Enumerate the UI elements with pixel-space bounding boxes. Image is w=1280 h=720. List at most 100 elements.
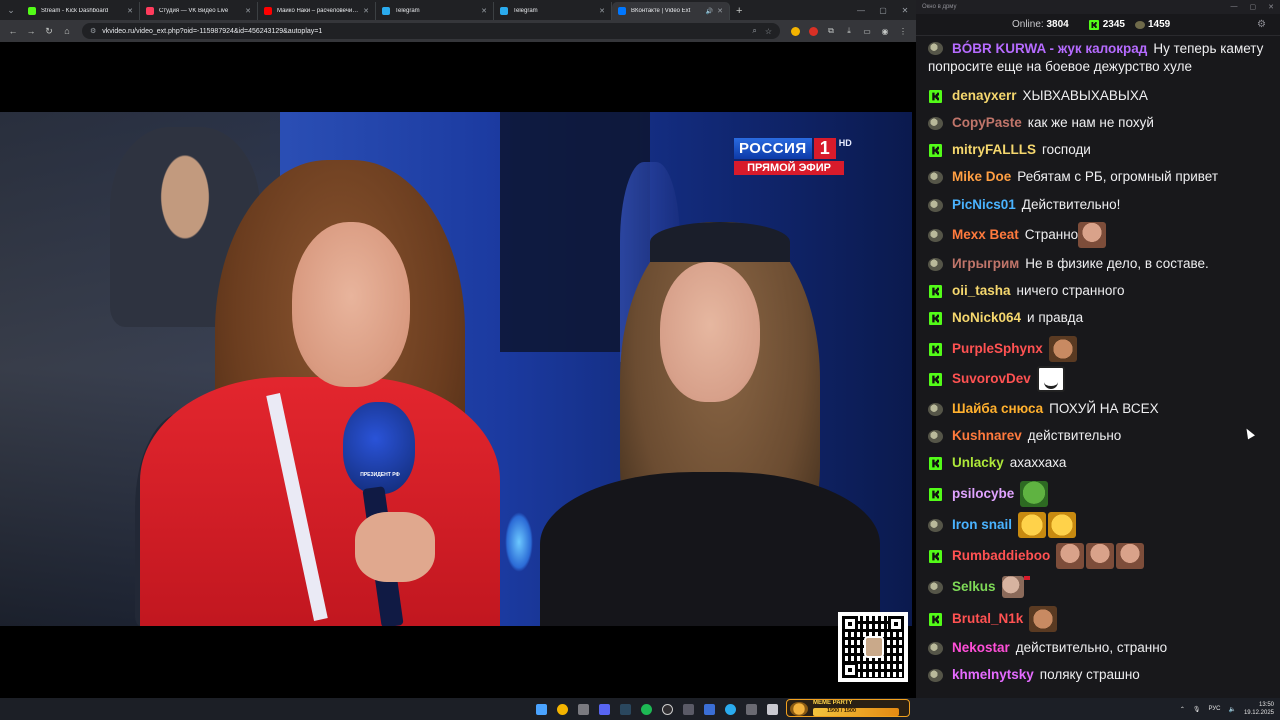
tray-chevron-icon[interactable]: ⌃ — [1180, 706, 1185, 713]
minimize-icon[interactable]: — — [1231, 3, 1238, 11]
tab-kick-dashboard[interactable]: Stream - Kick Dashboard ✕ — [22, 2, 140, 20]
chat-username[interactable]: NoNick064 — [952, 309, 1021, 327]
chat-username[interactable]: oii_tasha — [952, 282, 1011, 300]
steam-icon[interactable] — [616, 700, 634, 718]
chat-username[interactable]: Unlacky — [952, 454, 1004, 472]
tab-close-icon[interactable]: ✕ — [127, 7, 133, 15]
app-icon[interactable] — [700, 700, 718, 718]
tab-close-icon[interactable]: ✕ — [363, 7, 369, 15]
app-icon[interactable] — [574, 700, 592, 718]
microphone-icon[interactable]: 🎙 — [1193, 706, 1201, 713]
chat-message-text: поляку страшно — [1039, 667, 1140, 682]
maximize-icon[interactable]: ▢ — [1250, 3, 1257, 11]
extension-icon[interactable] — [787, 23, 803, 39]
speaker-icon[interactable]: 🔊 — [706, 8, 713, 15]
chat-message: Kushnarev действительно — [928, 427, 1268, 445]
chrome-icon[interactable] — [553, 700, 571, 718]
forward-icon[interactable]: → — [22, 22, 40, 40]
menu-icon[interactable]: ⋮ — [895, 23, 911, 39]
minimize-icon[interactable]: — — [850, 0, 872, 20]
kick-badge-icon — [928, 284, 943, 299]
chat-username[interactable]: PurpleSphynx — [952, 340, 1043, 358]
settings-gear-icon[interactable]: ⚙ — [1257, 19, 1266, 30]
language-indicator[interactable]: РУС — [1208, 706, 1220, 712]
taskbar-apps — [532, 700, 781, 718]
url-text[interactable]: vkvideo.ru/video_ext.php?oid=-115987924&… — [102, 28, 744, 35]
tab-vk-video-ext[interactable]: ВКонтакте | Video Ext 🔊 ✕ — [612, 2, 730, 20]
chat-username[interactable]: denayxerr — [952, 87, 1017, 105]
tab-telegram-2[interactable]: Telegram ✕ — [494, 2, 612, 20]
tab-close-icon[interactable]: ✕ — [599, 7, 605, 15]
face-emote-icon — [1078, 222, 1107, 248]
clock[interactable]: 13:50 19.12.2025 — [1244, 701, 1274, 717]
extension-icon[interactable] — [805, 23, 821, 39]
kick-badge-icon — [928, 143, 943, 158]
close-icon[interactable]: ✕ — [894, 0, 916, 20]
discord-icon[interactable] — [595, 700, 613, 718]
tab-youtube[interactable]: Майко Наки – расчеловечива... ✕ — [258, 2, 376, 20]
home-icon[interactable]: ⌂ — [58, 22, 76, 40]
app-icon[interactable] — [763, 700, 781, 718]
chat-username[interactable]: Selkus — [952, 578, 996, 596]
qr-code — [838, 612, 908, 682]
qr-finder — [888, 616, 904, 632]
sidepanel-icon[interactable]: ▭ — [859, 23, 875, 39]
channel-logo: РОССИЯ 1 HD ПРЯМОЙ ЭФИР — [734, 138, 852, 175]
tab-close-icon[interactable]: ✕ — [717, 7, 723, 15]
chat-username[interactable]: Mike Doe — [952, 168, 1011, 186]
online-count: 3804 — [1046, 19, 1069, 30]
chat-message-text: Ребятам с РБ, огромный привет — [1017, 169, 1219, 184]
telegram-icon[interactable] — [721, 700, 739, 718]
bookmark-star-icon[interactable]: ☆ — [765, 27, 772, 36]
meme-party-widget[interactable]: MEME PARTY 1500 / 1500 — [786, 699, 910, 717]
chat-username[interactable]: BÓBR KURWA - жук калокрад — [952, 41, 1147, 56]
chat-username[interactable]: psilocybe — [952, 485, 1014, 503]
extensions-puzzle-icon[interactable]: ⧉ — [823, 23, 839, 39]
vk-viewers-icon — [1134, 20, 1145, 29]
chat-message: Brutal_N1k — [928, 606, 1268, 632]
chat-username[interactable]: SuvorovDev — [952, 370, 1031, 388]
back-icon[interactable]: ← — [4, 22, 22, 40]
tab-close-icon[interactable]: ✕ — [245, 7, 251, 15]
qr-finder — [842, 616, 858, 632]
tab-close-icon[interactable]: ✕ — [481, 7, 487, 15]
download-icon[interactable]: ⤓ — [841, 23, 857, 39]
address-bar[interactable]: ⚙ vkvideo.ru/video_ext.php?oid=-11598792… — [82, 23, 780, 39]
chat-username[interactable]: Nekostar — [952, 639, 1010, 657]
microphone — [343, 402, 415, 494]
zoom-icon[interactable]: ⌕ — [752, 26, 756, 36]
tab-telegram-1[interactable]: Telegram ✕ — [376, 2, 494, 20]
reload-icon[interactable]: ↻ — [40, 22, 58, 40]
chat-username[interactable]: Iron snail — [952, 516, 1012, 534]
new-tab-button[interactable]: + — [730, 2, 748, 20]
chat-username[interactable]: Rumbaddieboo — [952, 547, 1050, 565]
tab-label: Stream - Kick Dashboard — [41, 8, 109, 14]
start-icon[interactable] — [532, 700, 550, 718]
kick-badge-icon — [928, 89, 943, 104]
chat-username[interactable]: CopyPaste — [952, 114, 1022, 132]
chat-username[interactable]: Шайба снюса — [952, 400, 1043, 418]
chat-username[interactable]: Brutal_N1k — [952, 610, 1023, 628]
obs-icon[interactable] — [658, 700, 676, 718]
app-icon[interactable] — [679, 700, 697, 718]
chat-username[interactable]: Mexx Beat — [952, 226, 1019, 244]
volume-icon[interactable]: 🔈 — [1228, 706, 1235, 713]
browser-window: ⌄ Stream - Kick Dashboard ✕ Студия — VK … — [0, 0, 916, 698]
maximize-icon[interactable]: ▢ — [872, 0, 894, 20]
chat-username[interactable]: PicNics01 — [952, 196, 1016, 214]
tab-search-icon[interactable]: ⌄ — [0, 0, 22, 20]
chat-username[interactable]: khmelnytsky — [952, 666, 1034, 684]
chat-username[interactable]: Игрыгрим — [952, 255, 1019, 273]
video-player[interactable]: ПРЕЗИДЕНТ РФ РОССИЯ 1 HD ПРЯМОЙ ЭФИР — [0, 112, 912, 626]
profile-icon[interactable]: ◉ — [877, 23, 893, 39]
spotify-icon[interactable] — [637, 700, 655, 718]
app-icon[interactable] — [742, 700, 760, 718]
tab-vk-studio[interactable]: Студия — VK Видео Live ✕ — [140, 2, 258, 20]
close-icon[interactable]: ✕ — [1268, 3, 1274, 11]
online-label: Online: — [1012, 19, 1044, 30]
chat-username[interactable]: mitryFALLLS — [952, 141, 1036, 159]
chat-message: oii_tasha ничего странного — [928, 282, 1268, 300]
site-info-icon[interactable]: ⚙ — [90, 27, 96, 35]
chat-username[interactable]: Kushnarev — [952, 427, 1022, 445]
chat-message-text: ничего странного — [1016, 283, 1125, 298]
